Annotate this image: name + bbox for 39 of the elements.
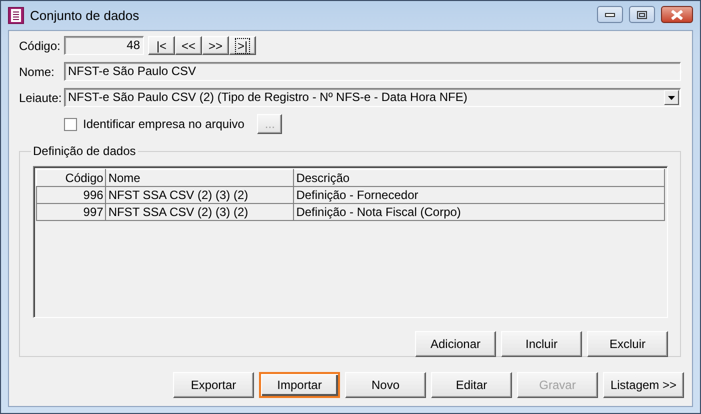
action-button[interactable]: Importar (259, 372, 340, 398)
close-icon (671, 10, 683, 20)
name-field[interactable]: NFST-e São Paulo CSV (64, 62, 681, 81)
table-cell: 997 (36, 204, 106, 220)
field-label: Leiaute: (19, 90, 63, 104)
column-header[interactable]: Descrição (294, 170, 664, 186)
action-button[interactable]: Excluir (587, 331, 668, 357)
window-title: Conjunto de dados (30, 8, 140, 23)
minimize-icon (605, 12, 615, 16)
nav-button[interactable]: |< (148, 36, 175, 55)
checkbox-label: Identificar empresa no arquivo (83, 117, 244, 131)
group-title: Definição de dados (32, 144, 137, 158)
field-label: Código: (19, 38, 62, 52)
field-label: Nome: (19, 64, 56, 78)
close-button[interactable] (661, 6, 693, 23)
action-button[interactable]: Incluir (501, 331, 582, 357)
table-cell: 996 (36, 186, 106, 204)
minimize-button[interactable] (597, 6, 623, 23)
nav-button[interactable]: << (175, 36, 202, 55)
action-button[interactable]: Novo (345, 372, 426, 398)
maximize-icon (637, 10, 647, 18)
table-cell: NFST SSA CSV (2) (3) (2) (106, 186, 294, 204)
nav-button[interactable]: >| (229, 36, 256, 55)
maximize-button[interactable] (629, 6, 655, 23)
dropdown-arrow-icon (668, 96, 675, 100)
action-button[interactable]: Editar (431, 372, 512, 398)
table-cell: Definição - Fornecedor (294, 186, 664, 204)
action-button[interactable]: Listagem >> (603, 372, 684, 398)
column-header[interactable]: Código (36, 170, 106, 186)
layout-dropdown[interactable]: NFST-e São Paulo CSV (2) (Tipo de Registro - Nº NFS-e - Data Hora NFE) (64, 88, 681, 107)
checkbox[interactable] (64, 118, 77, 130)
table-cell: Definição - Nota Fiscal (Corpo) (294, 204, 664, 220)
action-button[interactable]: Adicionar (415, 331, 496, 357)
column-header[interactable]: Nome (106, 170, 294, 186)
code-field[interactable]: 48 (64, 36, 144, 55)
table-cell: NFST SSA CSV (2) (3) (2) (106, 204, 294, 220)
action-button[interactable]: Exportar (173, 372, 254, 398)
nav-button[interactable]: >> (202, 36, 229, 55)
document-icon (8, 7, 24, 24)
